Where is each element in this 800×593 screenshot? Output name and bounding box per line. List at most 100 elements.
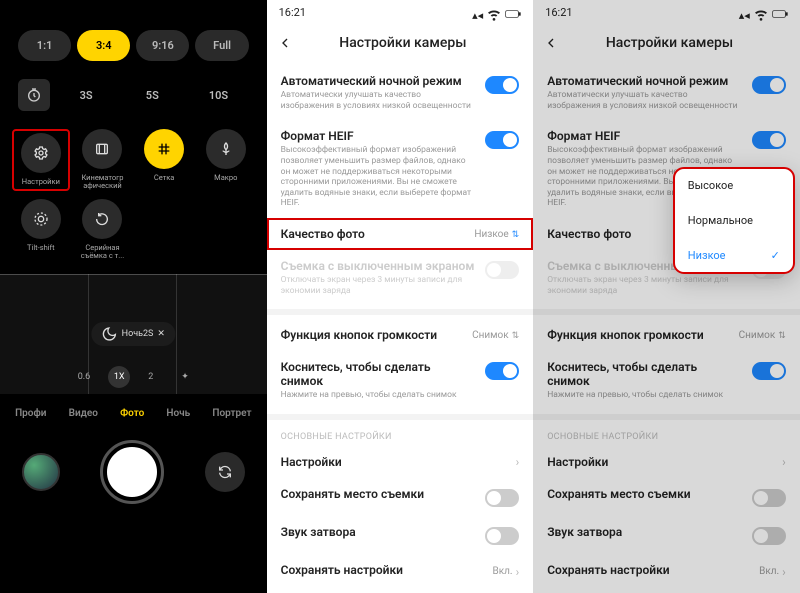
save-settings-value: Вкл. [759,566,779,577]
mode-photo[interactable]: Фото [120,408,144,419]
row-preferences[interactable]: Настройки › [267,446,534,478]
screen-off-title: Съемка с выключенным экраном [281,259,476,273]
row-save-location[interactable]: Сохранять место съемки [267,478,534,516]
shutter-bar [0,433,267,531]
settings-screen: 16:21 ▴◂ Настройки камеры Автоматический… [267,0,534,593]
shutter-button[interactable] [103,443,161,501]
save-settings-title: Сохранять настройки [281,563,483,577]
heif-sub: Высокоэффективный формат изображений поз… [281,145,476,209]
aspect-full[interactable]: Full [195,30,248,61]
loc-toggle[interactable] [485,489,519,507]
switch-camera-button[interactable] [205,452,245,492]
gallery-thumbnail[interactable] [22,453,60,491]
zoom-2[interactable]: 2 [148,372,153,382]
vol-title: Функция кнопок громкости [281,328,462,342]
row-photo-quality[interactable]: Качество фото Низкое⇅ [267,218,534,250]
row-auto-night[interactable]: Автоматический ночной режимАвтоматически… [267,65,534,120]
tool-burst-label: Серийная съёмка с т... [74,244,130,261]
tap-toggle[interactable] [485,362,519,380]
mode-strip[interactable]: Профи Видео Фото Ночь Портрет [0,394,267,433]
row-save-settings[interactable]: Сохранять настройки Вкл.› [267,554,534,588]
separator [533,309,800,315]
shutter-sound-toggle[interactable] [485,527,519,545]
tool-tiltshift[interactable]: Tilt-shift [12,199,70,261]
timer-3s[interactable]: 3S [56,89,116,102]
quality-option-low[interactable]: Низкое ✓ [674,238,794,273]
tap-title: Коснитесь, чтобы сделать снимок [547,360,742,388]
aspect-9-16[interactable]: 9:16 [136,30,189,61]
checkmark-icon: ✓ [771,249,780,262]
vol-value: Снимок [739,330,776,341]
battery-icon [772,6,788,25]
signal-icon: ▴◂ [739,9,750,22]
quality-value: Низкое [474,229,508,240]
quality-option-normal[interactable]: Нормальное [674,203,794,238]
loc-toggle [752,489,786,507]
row-heif[interactable]: Формат HEIFВысокоэффективный формат изоб… [267,120,534,218]
status-bar: 16:21 ▴◂ [267,0,534,27]
mode-portrait[interactable]: Портрет [212,408,251,419]
expand-icon: ⇅ [512,230,520,240]
tap-sub: Нажмите на превью, чтобы сделать снимок [281,390,476,401]
shutter-sound-title: Звук затвора [547,525,742,539]
tool-grid: Настройки Кинематогр афический Сетка Мак… [0,125,267,274]
heif-toggle [752,131,786,149]
tool-macro[interactable]: Макро [197,129,255,191]
grid-icon [144,129,184,169]
burst-icon [82,199,122,239]
tap-title: Коснитесь, чтобы сделать снимок [281,360,476,388]
auto-night-sub: Автоматически улучшать качество изображе… [547,90,742,111]
timer-5s[interactable]: 5S [122,89,182,102]
mode-night[interactable]: Ночь [166,408,190,419]
quality-popup[interactable]: Высокое Нормальное Низкое ✓ [674,168,794,273]
wifi-icon [753,6,769,25]
separator [533,414,800,420]
row-tap-shoot: Коснитесь, чтобы сделать снимокНажмите н… [533,351,800,410]
zoom-1x[interactable]: 1X [108,366,130,388]
aspect-3-4[interactable]: 3:4 [77,30,130,61]
settings-screen-popup: 16:21 ▴◂ Настройки камеры Автоматический… [533,0,800,593]
zoom-row: 0.6 1X 2 ✦ [0,366,267,388]
wifi-icon [486,6,502,25]
row-auto-night: Автоматический ночной режим Автоматически… [533,65,800,120]
timer-10s[interactable]: 10S [188,89,248,102]
loc-title: Сохранять место съемки [547,487,742,501]
tool-grid-toggle[interactable]: Сетка [135,129,193,191]
row-tap-shoot[interactable]: Коснитесь, чтобы сделать снимок Нажмите н… [267,351,534,410]
quality-option-high[interactable]: Высокое [674,168,794,203]
row-save-settings: Сохранять настройки Вкл.› [533,554,800,588]
mode-indicator[interactable]: Ночь2S ✕ [92,322,175,346]
row-shutter-sound[interactable]: Звук затвора [267,516,534,554]
heif-toggle[interactable] [485,131,519,149]
tool-cinematic[interactable]: Кинематогр афический [74,129,132,191]
timer-icon[interactable] [18,79,50,111]
mode-pro[interactable]: Профи [15,408,46,419]
page-title: Настройки камеры [549,35,790,51]
pref-title: Настройки [281,455,506,469]
auto-night-title: Автоматический ночной режим [547,74,742,88]
page-title: Настройки камеры [283,35,524,51]
separator [267,309,534,315]
loc-title: Сохранять место съемки [281,487,476,501]
tiltshift-icon [21,199,61,239]
status-time: 16:21 [545,6,572,25]
tool-burst[interactable]: Серийная съёмка с т... [74,199,132,261]
status-bar: 16:21 ▴◂ [533,0,800,27]
filters-icon[interactable]: ✦ [181,372,189,382]
auto-night-toggle[interactable] [485,76,519,94]
close-icon[interactable]: ✕ [157,329,165,339]
zoom-0-6[interactable]: 0.6 [78,372,91,382]
auto-night-toggle [752,76,786,94]
row-volume-keys[interactable]: Функция кнопок громкости Снимок⇅ [267,319,534,351]
viewfinder[interactable]: Ночь2S ✕ 0.6 1X 2 ✦ [0,274,267,394]
expand-icon: ⇅ [778,331,786,341]
mode-video[interactable]: Видео [69,408,98,419]
quality-option-label: Низкое [688,249,726,262]
expand-icon: ⇅ [512,331,520,341]
quality-option-label: Нормальное [688,214,753,227]
aspect-1-1[interactable]: 1:1 [18,30,71,61]
save-settings-title: Сохранять настройки [547,563,749,577]
camera-screen: 1:1 3:4 9:16 Full 3S 5S 10S Настройки Ки… [0,0,267,593]
row-volume-keys: Функция кнопок громкости Снимок⇅ [533,319,800,351]
tool-settings[interactable]: Настройки [12,129,70,191]
